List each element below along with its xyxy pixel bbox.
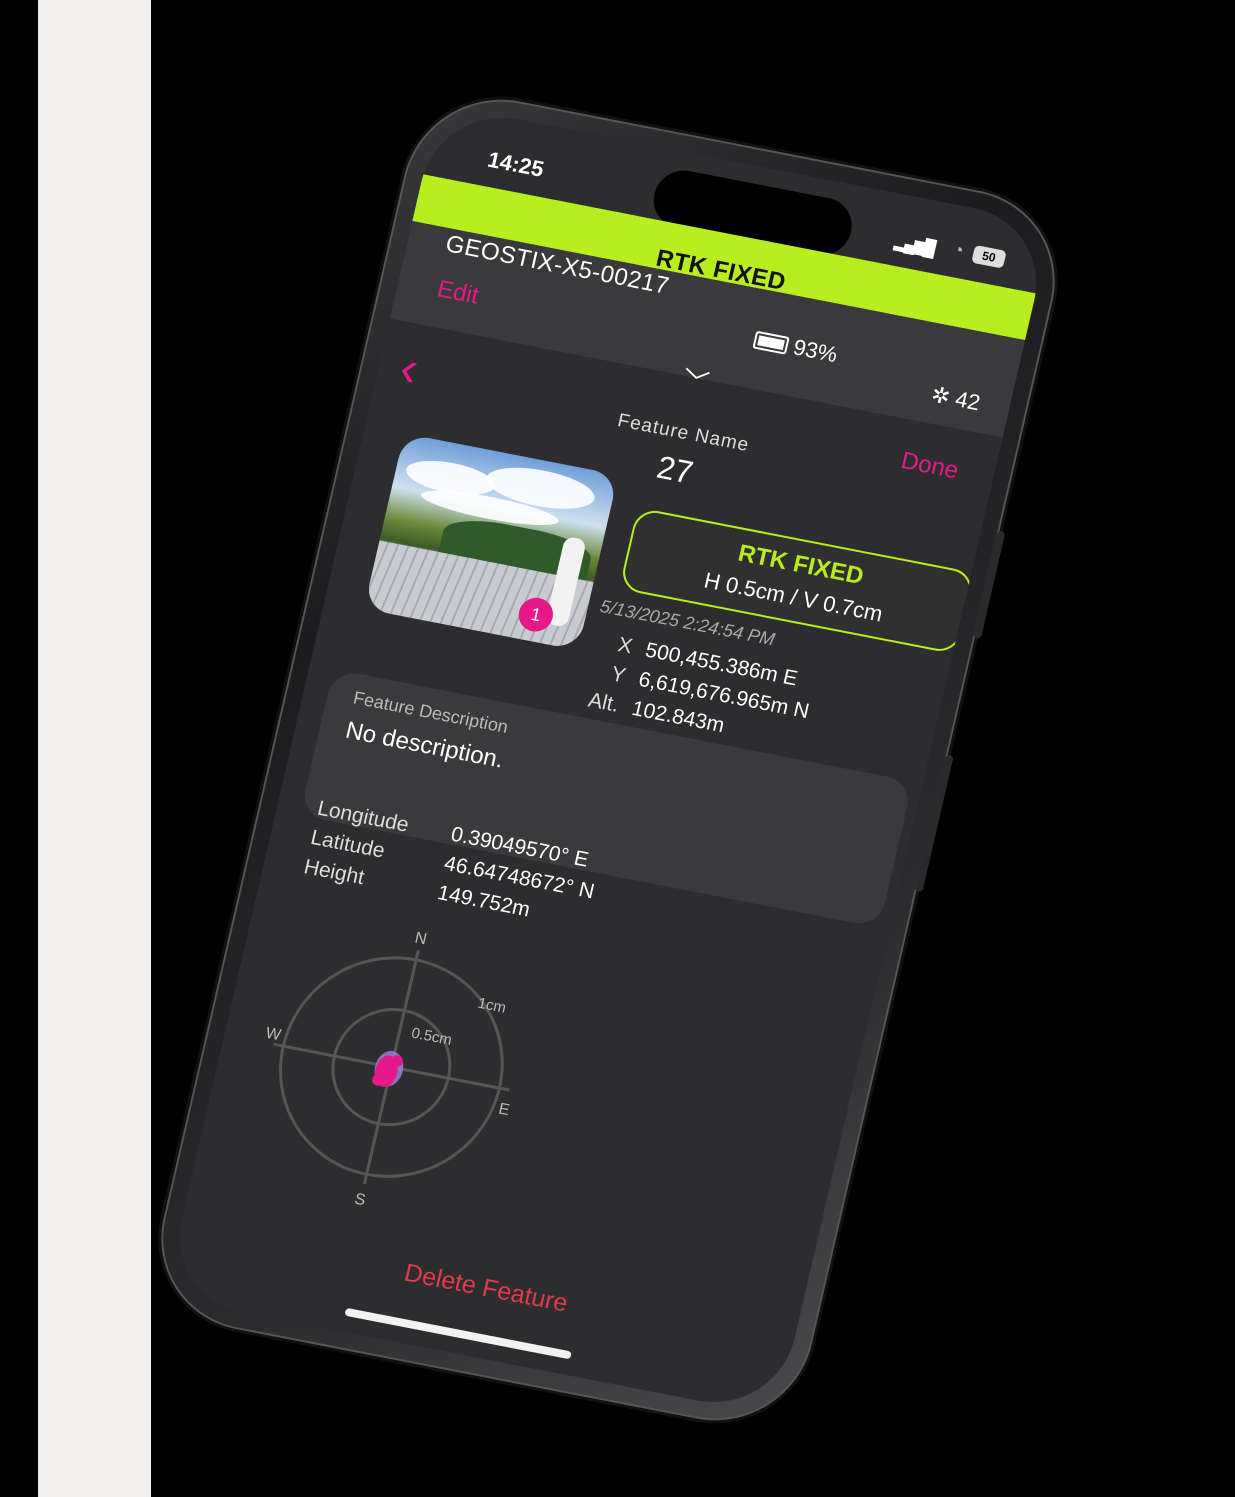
edit-button[interactable]: Edit	[434, 275, 482, 310]
precision-scatter-plot: N S W E 1cm 0.5cm	[264, 930, 511, 1210]
wifi-icon: ◔	[950, 239, 966, 261]
compass-east: E	[497, 1101, 511, 1120]
satellite-icon: ✲	[928, 381, 953, 410]
compass-north: N	[413, 930, 428, 949]
receiver-battery: 93%	[751, 327, 840, 368]
position-samples	[372, 1050, 404, 1087]
battery-status-icon: 50	[971, 244, 1007, 269]
compass-south: S	[353, 1191, 367, 1210]
battery-icon	[752, 330, 790, 355]
background-panel	[38, 0, 151, 1497]
ring-label-outer: 1cm	[476, 995, 508, 1017]
app-screen: 14:25 ▂▄▆█ ◔ 50 RTK FIXED GEOSTIX-X5-002…	[163, 104, 1053, 1416]
receiver-battery-level: 93%	[790, 334, 840, 368]
compass-west: W	[264, 1025, 284, 1045]
ring-label-inner: 0.5cm	[410, 1025, 454, 1049]
signal-icon: ▂▄▆█	[892, 233, 936, 258]
status-time: 14:25	[485, 146, 547, 182]
phone-device: 14:25 ▂▄▆█ ◔ 50 RTK FIXED GEOSTIX-X5-002…	[142, 83, 1074, 1437]
satellite-count-value: 42	[952, 386, 983, 416]
